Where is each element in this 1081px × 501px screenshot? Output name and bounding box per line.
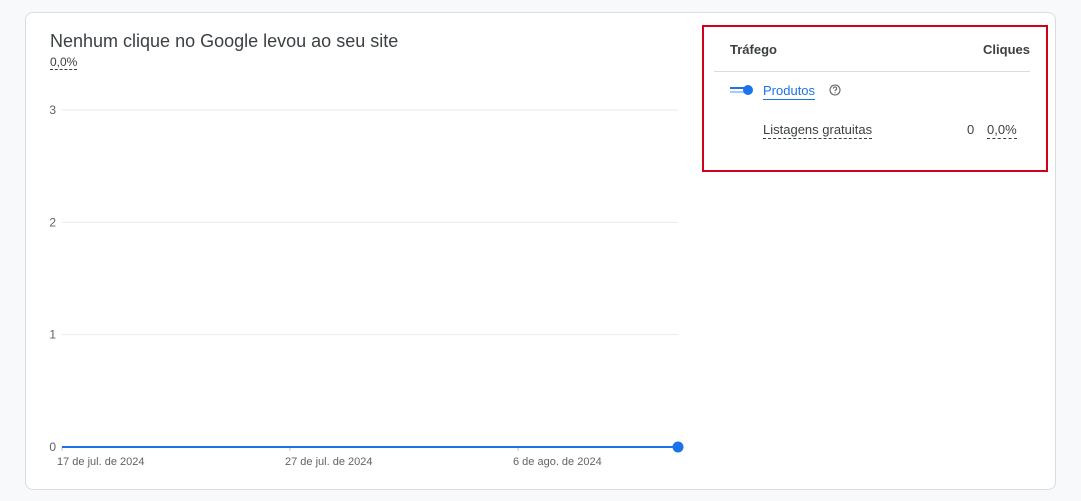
y-tick-label-1: 1 <box>49 328 56 342</box>
column-header-clicks[interactable]: Cliques <box>983 42 1030 57</box>
row-clicks-percent[interactable]: 0,0% <box>987 122 1017 139</box>
x-tick-label-2: 6 de ago. de 2024 <box>513 456 602 468</box>
traffic-table-header: Tráfego Cliques <box>714 27 1030 72</box>
column-header-traffic: Tráfego <box>730 42 777 57</box>
y-tick-label-0: 0 <box>49 440 56 454</box>
series-end-point <box>672 441 684 453</box>
produtos-link[interactable]: Produtos <box>763 83 816 100</box>
y-tick-label-2: 2 <box>49 215 56 229</box>
traffic-table-panel: Tráfego Cliques Produtos Listagens gratu… <box>702 25 1048 172</box>
row-clicks-value: 0 <box>967 122 975 137</box>
x-tick-label-0: 17 de jul. de 2024 <box>57 456 144 468</box>
row-label-listagens-gratuitas[interactable]: Listagens gratuitas <box>763 122 873 139</box>
series-legend-icon <box>730 85 753 95</box>
x-tick-label-1: 27 de jul. de 2024 <box>285 456 372 468</box>
help-circle-icon[interactable] <box>829 84 841 96</box>
y-tick-label-3: 3 <box>49 103 56 117</box>
